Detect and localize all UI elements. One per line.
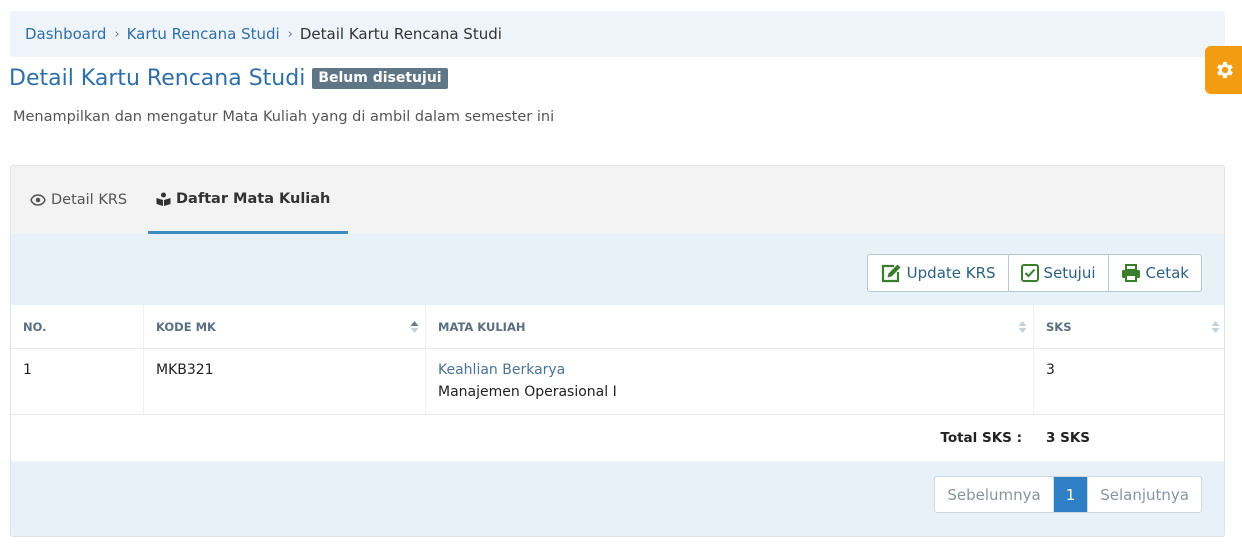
breadcrumb-separator: › (114, 26, 120, 42)
pagination-prev[interactable]: Sebelumnya (935, 477, 1054, 512)
cell-sks: 3 (1046, 362, 1055, 378)
print-button[interactable]: Cetak (1109, 255, 1201, 291)
page-title: Detail Kartu Rencana Studi (9, 66, 306, 91)
tab-label: Detail KRS (51, 192, 128, 208)
total-sks-value: 3 SKS (1046, 430, 1091, 446)
eye-icon (30, 194, 46, 206)
column-header-label: MATA KULIAH (438, 319, 526, 334)
status-badge: Belum disetujui (312, 68, 448, 89)
column-header-label: SKS (1046, 319, 1072, 334)
page-header: Detail Kartu Rencana Studi Belum disetuj… (9, 66, 448, 91)
breadcrumb-dashboard[interactable]: Dashboard (25, 25, 106, 43)
edit-icon (881, 264, 901, 283)
approve-button[interactable]: Setujui (1009, 255, 1109, 291)
column-header-label: KODE MK (156, 319, 216, 334)
tab-detail-krs[interactable]: Detail KRS (30, 166, 127, 234)
sort-asc-icon (410, 321, 419, 333)
approve-label: Setujui (1043, 264, 1096, 282)
mata-kuliah-group: Keahlian Berkarya (438, 362, 566, 378)
sort-icon (1018, 321, 1027, 333)
table-footer: Sebelumnya 1 Selanjutnya (11, 462, 1224, 536)
tab-label: Daftar Mata Kuliah (176, 190, 331, 207)
settings-button[interactable] (1205, 46, 1242, 94)
toolbar: Update KRS Setujui Cetak (11, 234, 1224, 305)
reading-icon (156, 192, 171, 206)
krs-panel: Detail KRS Daftar Mata Kuliah Update KRS (10, 165, 1225, 537)
table-row: 1 MKB321 Keahlian Berkarya Manajemen Ope… (11, 349, 1224, 415)
pagination: Sebelumnya 1 Selanjutnya (934, 476, 1202, 513)
breadcrumb-kartu-rencana-studi[interactable]: Kartu Rencana Studi (127, 25, 280, 43)
column-header-kode-mk[interactable]: KODE MK (144, 305, 426, 348)
total-sks-label: Total SKS : (940, 430, 1022, 446)
cell-kode-mk: MKB321 (144, 349, 426, 414)
breadcrumb-current: Detail Kartu Rencana Studi (299, 25, 502, 43)
print-label: Cetak (1145, 264, 1189, 282)
breadcrumb: Dashboard › Kartu Rencana Studi › Detail… (10, 11, 1225, 57)
gear-icon (1217, 61, 1233, 79)
update-krs-label: Update KRS (906, 264, 996, 282)
breadcrumb-separator: › (287, 26, 293, 42)
print-icon (1121, 264, 1140, 282)
column-header-sks[interactable]: SKS (1034, 305, 1224, 348)
cell-no: 1 (11, 349, 144, 414)
total-row: Total SKS : 3 SKS (11, 415, 1224, 461)
mata-kuliah-table: NO. KODE MK MATA KULIAH SKS 1 MKB321 Kea… (11, 305, 1224, 461)
column-header-mata-kuliah[interactable]: MATA KULIAH (426, 305, 1034, 348)
sort-icon (1211, 321, 1220, 333)
update-krs-button[interactable]: Update KRS (868, 255, 1009, 291)
checkbox-icon (1020, 264, 1039, 282)
tab-daftar-mata-kuliah[interactable]: Daftar Mata Kuliah (148, 166, 348, 234)
mata-kuliah-name: Manajemen Operasional I (438, 384, 617, 400)
pagination-page-current[interactable]: 1 (1053, 477, 1089, 512)
page-subtitle: Menampilkan dan mengatur Mata Kuliah yan… (13, 109, 555, 125)
action-button-group: Update KRS Setujui Cetak (866, 254, 1202, 292)
table-header: NO. KODE MK MATA KULIAH SKS (11, 305, 1224, 349)
tab-bar: Detail KRS Daftar Mata Kuliah (11, 166, 1224, 234)
pagination-next[interactable]: Selanjutnya (1088, 477, 1201, 512)
column-header-no: NO. (11, 305, 144, 348)
cell-mata-kuliah: Keahlian Berkarya Manajemen Operasional … (426, 349, 1034, 414)
